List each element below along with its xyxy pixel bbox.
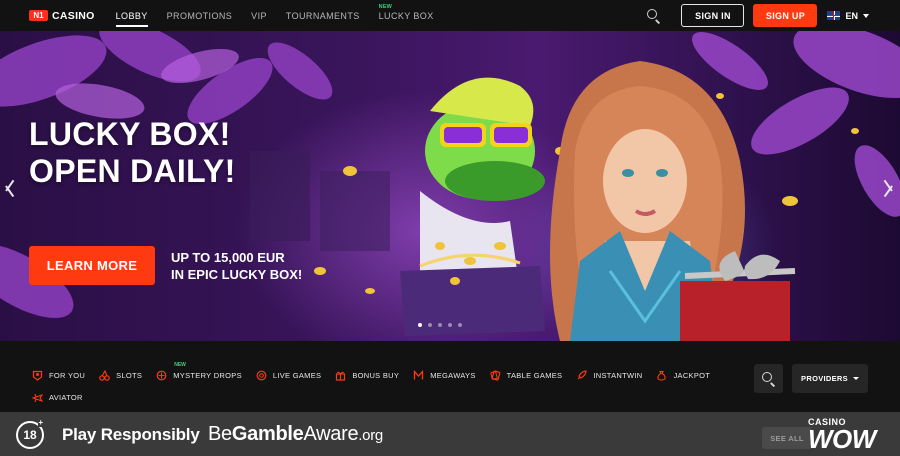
carousel-dot[interactable] (458, 323, 462, 327)
nav-label: TOURNAMENTS (285, 10, 360, 21)
hero-title-line: LUCKY BOX! (29, 116, 231, 152)
casinowow-watermark: CASINO WOW (808, 417, 876, 454)
user-icon (32, 370, 43, 381)
category-label: JACKPOT (673, 370, 711, 380)
header-actions: SIGN IN SIGN UP EN (646, 0, 900, 31)
learn-more-button[interactable]: LEARN MORE (29, 246, 155, 285)
bga-gamble: Gamble (231, 423, 304, 445)
category-instantwin[interactable]: INSTANTWIN (576, 369, 643, 381)
category-label: FOR YOU (49, 370, 86, 380)
new-badge: NEW (174, 361, 186, 368)
category-row: AVIATOR (32, 389, 97, 405)
category-label: AVIATOR (49, 392, 83, 402)
cherries-icon (99, 369, 110, 381)
category-label: TABLE GAMES (506, 370, 563, 380)
sign-up-button[interactable]: SIGN UP (753, 4, 818, 27)
category-for-you[interactable]: FOR YOU (32, 370, 85, 381)
main-nav: LOBBY PROMOTIONS VIP TOURNAMENTS NEW LUC… (115, 0, 453, 31)
category-label: INSTANTWIN (593, 370, 643, 380)
hero-title-line: OPEN DAILY! (29, 153, 236, 189)
carousel-dot[interactable] (428, 323, 432, 327)
gift-icon (335, 370, 346, 381)
category-aviator[interactable]: AVIATOR (32, 392, 83, 403)
chevron-down-icon (852, 377, 859, 380)
uk-flag-icon (827, 11, 841, 20)
category-table-games[interactable]: TABLE GAMES (490, 369, 563, 381)
hero-banner[interactable]: LUCKY BOX! OPEN DAILY! LEARN MORE UP TO … (0, 31, 900, 341)
search-icon (762, 372, 772, 382)
target-icon (156, 370, 167, 381)
category-label: SLOTS (116, 370, 143, 380)
sign-in-button[interactable]: SIGN IN (681, 4, 745, 27)
nav-label: LUCKY BOX (378, 10, 434, 21)
nav-label: VIP (251, 10, 267, 21)
category-label: LIVE GAMES (272, 370, 322, 380)
carousel-dot[interactable] (418, 323, 422, 327)
bga-aware: Aware (303, 423, 359, 445)
cards-icon (490, 369, 501, 381)
chip-icon (256, 370, 267, 381)
promo-line: UP TO 15,000 EUR (171, 250, 285, 265)
category-bar: FOR YOU SLOTS NEW MYSTERY DROPS LIVE GAM… (0, 341, 900, 412)
game-search-button[interactable] (754, 364, 783, 393)
nav-item-vip[interactable]: VIP (251, 0, 267, 31)
rocket-icon (576, 369, 587, 381)
see-all-button[interactable]: SEE ALL (762, 427, 812, 449)
age-18-plus-icon: 18 + (16, 418, 44, 449)
hero-promo-text: UP TO 15,000 EUR IN EPIC LUCKY BOX! (171, 249, 302, 283)
new-badge: NEW (378, 4, 393, 10)
bga-be: Be (208, 423, 232, 445)
category-mystery-drops[interactable]: NEW MYSTERY DROPS (156, 362, 242, 381)
category-label: MEGAWAYS (430, 370, 476, 380)
bga-org: .org (358, 427, 383, 444)
watermark-wow: WOW (808, 424, 876, 454)
megaways-icon (413, 369, 424, 381)
nav-item-tournaments[interactable]: TOURNAMENTS (286, 0, 360, 31)
providers-label: PROVIDERS (801, 374, 848, 383)
carousel-next-arrow-icon[interactable] (882, 177, 894, 198)
logo-text: CASINO (52, 9, 95, 22)
category-slots[interactable]: SLOTS (99, 369, 143, 381)
play-responsibly-text: Play Responsibly (62, 425, 200, 444)
search-icon[interactable] (646, 8, 662, 24)
category-megaways[interactable]: MEGAWAYS (413, 369, 476, 381)
nav-label: LOBBY (115, 10, 148, 21)
providers-dropdown[interactable]: PROVIDERS (792, 364, 868, 393)
language-code: EN (845, 10, 858, 21)
promo-line: IN EPIC LUCKY BOX! (171, 267, 303, 282)
category-bonus-buy[interactable]: BONUS BUY (335, 370, 399, 381)
plane-icon (32, 392, 43, 403)
category-jackpot[interactable]: JACKPOT (656, 370, 710, 381)
nav-item-promotions[interactable]: PROMOTIONS (167, 0, 233, 31)
money-bag-icon (656, 370, 667, 381)
hero-title: LUCKY BOX! OPEN DAILY! (29, 116, 236, 190)
carousel-dot[interactable] (448, 323, 452, 327)
carousel-dot[interactable] (438, 323, 442, 327)
begambleaware-logo[interactable]: BeGambleAware.org (208, 423, 383, 446)
casino-logo[interactable]: N1 CASINO (29, 10, 95, 22)
category-row: FOR YOU SLOTS NEW MYSTERY DROPS LIVE GAM… (32, 362, 724, 383)
age-number: 18 (23, 428, 37, 442)
category-live-games[interactable]: LIVE GAMES (256, 370, 321, 381)
nav-item-lobby[interactable]: LOBBY (115, 0, 148, 31)
carousel-prev-arrow-icon[interactable] (4, 177, 16, 198)
carousel-pagination (418, 323, 462, 327)
language-selector[interactable]: EN (827, 11, 869, 21)
nav-item-lucky-box[interactable]: NEW LUCKY BOX (379, 0, 434, 31)
nav-label: PROMOTIONS (166, 10, 233, 21)
chevron-down-icon (863, 13, 869, 18)
top-header: N1 CASINO LOBBY PROMOTIONS VIP TOURNAMEN… (0, 0, 900, 31)
category-label: BONUS BUY (352, 370, 400, 380)
age-plus: + (38, 418, 43, 427)
logo-mark: N1 (29, 10, 48, 21)
category-label: MYSTERY DROPS (173, 370, 242, 380)
